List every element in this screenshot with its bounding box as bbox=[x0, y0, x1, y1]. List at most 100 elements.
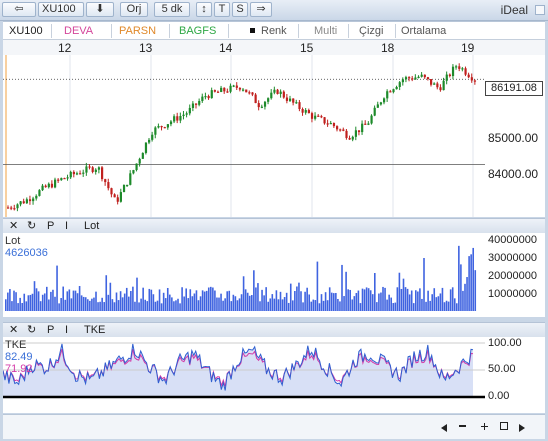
candle-body bbox=[126, 184, 129, 187]
candle-body bbox=[198, 101, 201, 105]
volume-bar bbox=[46, 286, 48, 311]
volume-bar bbox=[240, 294, 243, 311]
multi-button[interactable]: Multi bbox=[314, 23, 337, 39]
volume-bar bbox=[402, 278, 405, 311]
lot-legend: Lot 4626036 bbox=[5, 235, 48, 259]
ortalama-button[interactable]: Ortalama bbox=[401, 23, 446, 39]
volume-bar bbox=[437, 296, 440, 311]
candle-body bbox=[122, 184, 126, 193]
volume-bar bbox=[367, 288, 370, 311]
volume-bar bbox=[132, 286, 134, 311]
p-button[interactable]: P bbox=[47, 219, 54, 233]
brand-label: iDeal bbox=[500, 3, 528, 17]
volume-bar bbox=[203, 291, 206, 311]
renk-button[interactable]: Renk bbox=[261, 23, 287, 39]
p-button[interactable]: P bbox=[47, 323, 54, 337]
zoom-out-icon[interactable] bbox=[459, 425, 466, 427]
candle-body bbox=[339, 129, 342, 131]
volume-bar bbox=[136, 277, 138, 311]
candle-body bbox=[16, 204, 19, 209]
period-selector[interactable]: 5 dk bbox=[154, 2, 190, 17]
tool-button-text[interactable]: T bbox=[214, 2, 230, 17]
lot-axis: 40000000 30000000 20000000 10000000 bbox=[485, 233, 545, 317]
volume-bar bbox=[259, 301, 261, 311]
back-arrow-button[interactable]: ⇦ bbox=[2, 2, 36, 17]
orj-button[interactable]: Orj bbox=[120, 2, 148, 17]
candle-body bbox=[154, 127, 157, 135]
candle-body bbox=[148, 139, 151, 143]
volume-bar bbox=[37, 291, 40, 311]
volume-bar bbox=[398, 272, 401, 311]
i-button[interactable]: I bbox=[65, 219, 68, 233]
candle-body bbox=[298, 102, 301, 110]
tke-indicator-panel[interactable]: TKE 82.49 71.92 bbox=[3, 337, 485, 413]
symbol-selector[interactable]: XU100 bbox=[38, 2, 84, 17]
volume-bar bbox=[111, 299, 114, 311]
candle-body bbox=[301, 109, 304, 113]
candle-body bbox=[10, 207, 13, 209]
candle-body bbox=[451, 66, 455, 77]
volume-bar bbox=[400, 288, 403, 311]
volume-bar bbox=[84, 297, 87, 311]
price-chart-panel[interactable] bbox=[3, 55, 485, 217]
candle-body bbox=[41, 185, 44, 191]
volume-bar bbox=[427, 290, 429, 311]
volume-bar bbox=[439, 293, 442, 311]
top-toolbar: ⇦ XU100 ⬇ Orj 5 dk ↕ T S ⇒ iDeal bbox=[0, 0, 548, 21]
tool-button-s[interactable]: S bbox=[232, 2, 248, 17]
lot-volume-panel[interactable]: Lot 4626036 bbox=[3, 233, 485, 317]
volume-bar bbox=[171, 297, 173, 311]
candle-body bbox=[279, 91, 282, 94]
separator bbox=[298, 24, 299, 38]
date-label: 19 bbox=[461, 41, 475, 55]
volume-bar bbox=[66, 291, 69, 311]
zoom-in-icon[interactable] bbox=[481, 423, 488, 430]
i-button[interactable]: I bbox=[65, 323, 68, 337]
volume-bar bbox=[349, 289, 351, 311]
cizgi-button[interactable]: Çizgi bbox=[359, 23, 383, 39]
fit-screen-icon[interactable] bbox=[500, 422, 508, 430]
volume-bar bbox=[410, 290, 413, 311]
close-icon[interactable]: ✕ bbox=[9, 219, 18, 233]
candle-body bbox=[138, 158, 141, 164]
volume-bar bbox=[300, 291, 302, 311]
volume-bar bbox=[142, 287, 144, 311]
candle-body bbox=[251, 92, 254, 95]
scrollbar-indicator[interactable] bbox=[535, 5, 545, 15]
main-symbol-tab[interactable]: XU100 bbox=[9, 23, 43, 39]
download-arrow-button[interactable]: ⬇ bbox=[86, 2, 114, 17]
volume-bar bbox=[72, 290, 75, 311]
volume-bar bbox=[466, 277, 468, 311]
compare-symbol-bagfs[interactable]: BAGFS bbox=[179, 23, 216, 39]
candle-body bbox=[185, 113, 188, 115]
tool-button-arrows[interactable]: ↕ bbox=[196, 2, 212, 17]
compare-symbol-parsn[interactable]: PARSN bbox=[119, 23, 156, 39]
volume-bar bbox=[9, 289, 11, 311]
candle-body bbox=[104, 179, 107, 183]
refresh-icon[interactable]: ↻ bbox=[27, 323, 36, 337]
tool-button-forward[interactable]: ⇒ bbox=[250, 2, 272, 17]
refresh-icon[interactable]: ↻ bbox=[27, 219, 36, 233]
scroll-left-icon[interactable] bbox=[441, 424, 447, 432]
price-chart-svg bbox=[3, 55, 485, 217]
candle-body bbox=[179, 116, 182, 121]
tke-legend-value-2: 71.92 bbox=[5, 363, 33, 375]
candle-body bbox=[44, 185, 47, 188]
compare-symbol-deva[interactable]: DEVA bbox=[64, 23, 93, 39]
volume-bar bbox=[80, 295, 83, 311]
volume-bar bbox=[70, 298, 73, 311]
volume-bar bbox=[113, 302, 116, 311]
volume-bar bbox=[205, 290, 208, 311]
candle-body bbox=[398, 82, 401, 87]
volume-bar bbox=[251, 295, 253, 311]
candle-body bbox=[7, 207, 10, 209]
scroll-right-icon[interactable] bbox=[519, 424, 525, 432]
volume-bar bbox=[306, 287, 308, 311]
candle-body bbox=[383, 98, 386, 103]
candle-body bbox=[101, 167, 104, 180]
volume-bar bbox=[470, 254, 472, 311]
candle-body bbox=[35, 195, 38, 199]
candle-body bbox=[144, 142, 148, 153]
candle-body bbox=[135, 163, 138, 171]
close-icon[interactable]: ✕ bbox=[9, 323, 18, 337]
